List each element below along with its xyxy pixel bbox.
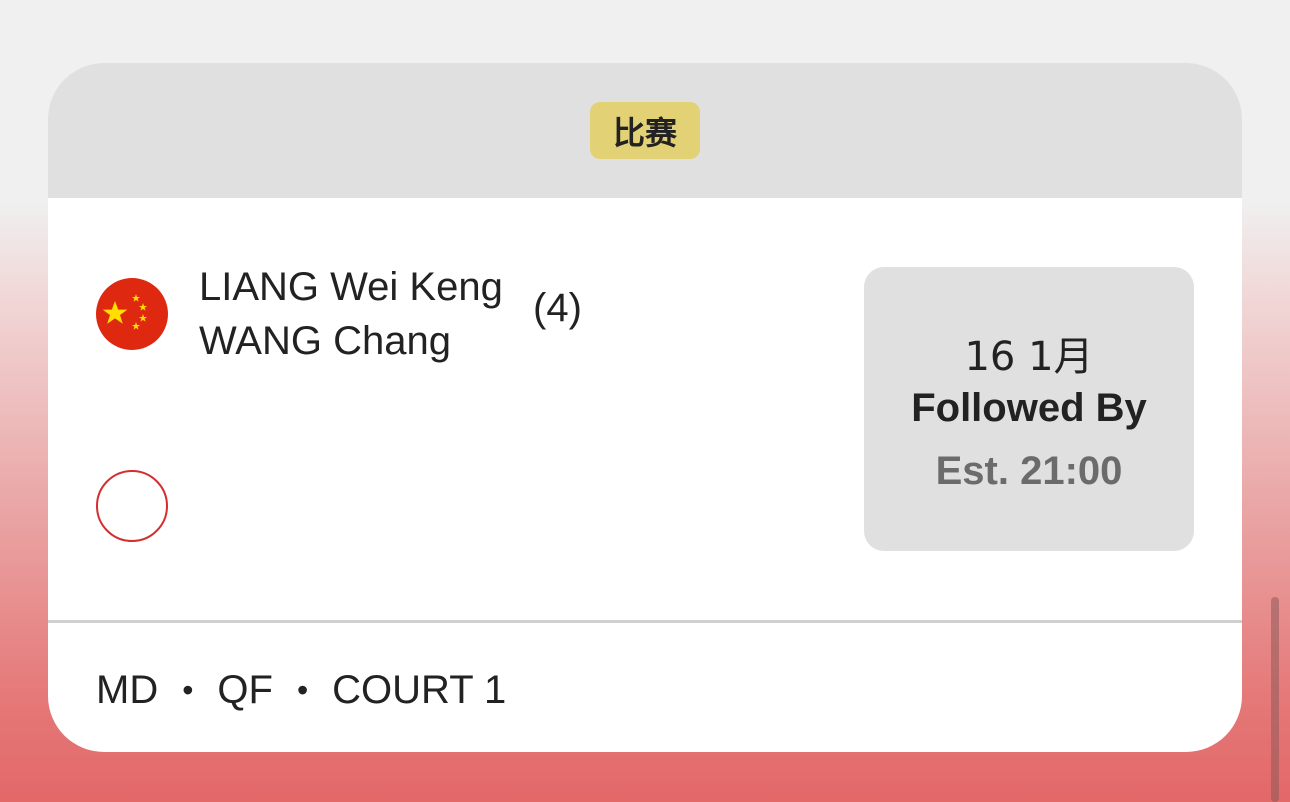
match-info-footer: MD • QF • COURT 1	[96, 668, 506, 713]
team1-seed: (4)	[533, 286, 582, 330]
team1-players: LIANG Wei Keng WANG Chang	[199, 260, 503, 368]
match-date: 16 1月	[964, 334, 1094, 380]
separator-dot: •	[296, 672, 309, 708]
scrollbar[interactable]	[1271, 597, 1279, 802]
player-name: WANG Chang	[199, 319, 451, 363]
round-label: QF	[217, 668, 273, 712]
match-badge: 比赛	[590, 102, 700, 159]
schedule-box: 16 1月 Followed By Est. 21:00	[864, 267, 1194, 551]
player-name: LIANG Wei Keng	[199, 265, 503, 309]
empty-flag-placeholder-icon	[96, 470, 168, 542]
estimated-time: Est. 21:00	[935, 449, 1123, 493]
card-header: 比赛	[48, 63, 1242, 198]
court-label: COURT 1	[332, 668, 507, 712]
event-label: MD	[96, 668, 159, 712]
match-card[interactable]: 比赛 LIANG Wei Keng WANG Chang (4) 16 1月 F…	[48, 63, 1242, 752]
separator-dot: •	[182, 672, 194, 708]
china-flag-icon	[96, 278, 168, 350]
match-status: Followed By	[911, 386, 1147, 430]
divider	[48, 620, 1242, 623]
